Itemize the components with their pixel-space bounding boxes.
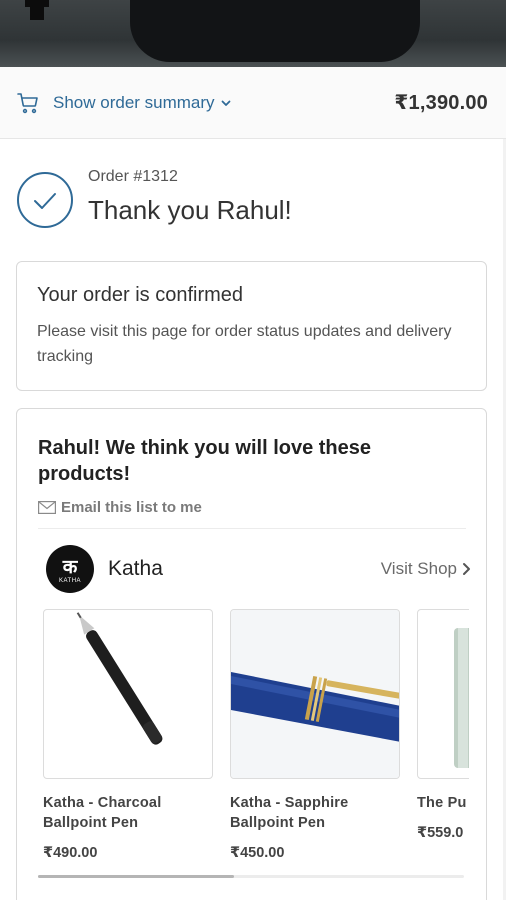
show-order-summary-toggle[interactable]: Show order summary <box>53 93 232 113</box>
email-list-label: Email this list to me <box>61 499 202 516</box>
order-confirmed-description: Please visit this page for order status … <box>37 323 452 365</box>
recommendations-card: Rahul! We think you will love these prod… <box>16 408 487 900</box>
shop-row: क KATHA Katha Visit Shop <box>46 544 471 594</box>
order-confirmed-title: Your order is confirmed <box>37 284 244 306</box>
email-list-link[interactable]: Email this list to me <box>38 499 466 516</box>
shop-logo[interactable]: क KATHA <box>46 545 94 593</box>
recommendations-heading: Rahul! We think you will love these prod… <box>38 437 372 485</box>
product-name[interactable]: Katha - Sapphire Ballpoint Pen <box>230 793 400 833</box>
hero-shirt-shape <box>130 0 420 62</box>
carousel-scrollbar-thumb[interactable] <box>38 875 234 878</box>
hero-mark <box>30 0 44 20</box>
divider <box>38 528 466 529</box>
chevron-right-icon <box>463 563 470 575</box>
product-price: ₹490.00 <box>43 845 98 861</box>
order-summary-label: Show order summary <box>53 92 215 112</box>
order-confirmed-card: Your order is confirmed Please visit thi… <box>16 261 487 391</box>
order-confirmation-header: Order #1312 Thank you Rahul! <box>16 165 486 235</box>
cart-icon <box>17 92 38 113</box>
product-name[interactable]: Katha - Charcoal Ballpoint Pen <box>43 793 213 833</box>
order-number: Order #1312 <box>88 168 178 185</box>
mail-icon <box>38 501 56 514</box>
product-name[interactable]: The Pu <box>417 793 469 813</box>
product-price: ₹450.00 <box>230 845 285 861</box>
notebook-illustration <box>454 628 469 768</box>
product-card[interactable]: The Pu ₹559.0 <box>417 609 469 841</box>
thank-you-message: Thank you Rahul! <box>88 195 292 225</box>
product-image-charcoal-pen[interactable] <box>43 609 213 779</box>
visit-shop-label: Visit Shop <box>380 559 457 578</box>
hero-image <box>0 0 506 67</box>
product-card[interactable]: Katha - Sapphire Ballpoint Pen ₹450.00 <box>230 609 400 861</box>
pen-illustration <box>231 610 399 778</box>
check-circle-icon <box>17 172 73 228</box>
product-price: ₹559.0 <box>417 825 464 841</box>
shop-logo-glyph: क <box>62 556 78 578</box>
order-summary-bar[interactable]: Show order summary ₹1,390.00 <box>0 67 506 139</box>
carousel-scrollbar[interactable] <box>38 875 464 878</box>
product-image-partial[interactable] <box>417 609 469 779</box>
shop-name[interactable]: Katha <box>108 557 163 581</box>
product-card[interactable]: Katha - Charcoal Ballpoint Pen ₹490.00 <box>43 609 213 861</box>
order-total: ₹1,390.00 <box>394 92 488 114</box>
pen-illustration <box>76 612 163 745</box>
product-image-sapphire-pen[interactable] <box>230 609 400 779</box>
shop-logo-brand: KATHA <box>58 578 82 584</box>
visit-shop-link[interactable]: Visit Shop <box>381 559 471 579</box>
chevron-down-icon <box>221 100 230 106</box>
